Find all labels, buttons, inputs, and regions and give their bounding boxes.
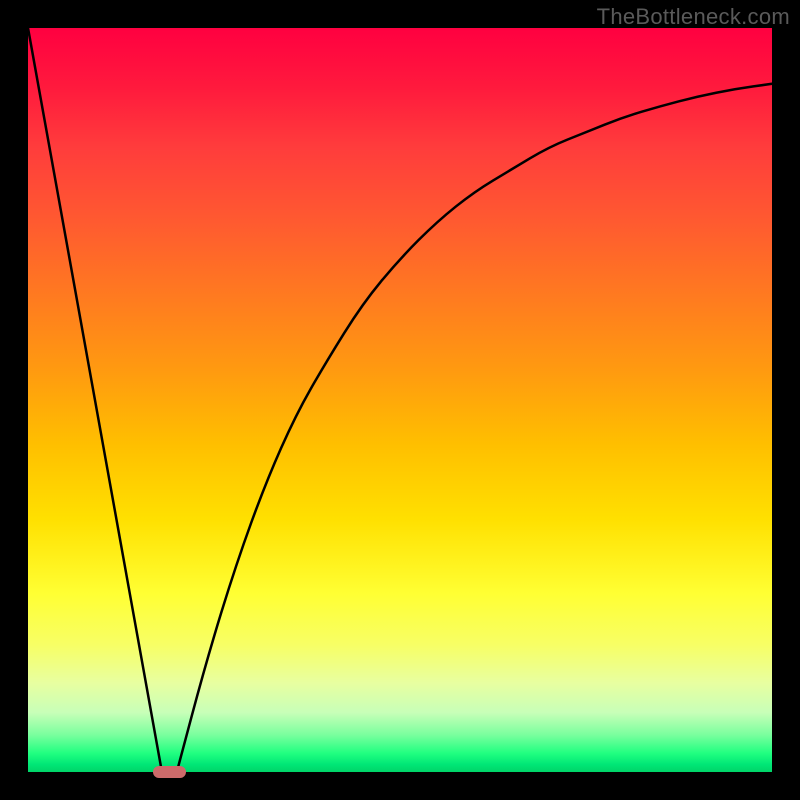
optimum-marker (153, 766, 186, 778)
right-curve (177, 84, 772, 772)
plot-area (28, 28, 772, 772)
curve-layer (28, 28, 772, 772)
left-line (28, 28, 162, 772)
watermark-text: TheBottleneck.com (597, 4, 790, 30)
chart-frame: TheBottleneck.com (0, 0, 800, 800)
